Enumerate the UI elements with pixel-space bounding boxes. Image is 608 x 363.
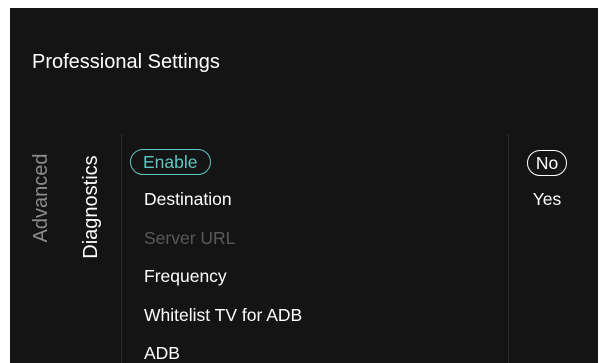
menu-item-frequency[interactable]: Frequency (130, 261, 241, 291)
option-yes[interactable]: Yes (515, 184, 579, 214)
menu-item-label: Whitelist TV for ADB (144, 305, 303, 325)
menu-item-label: Enable (130, 149, 211, 175)
menu-item-enable[interactable]: Enable (130, 147, 211, 177)
option-label: No (526, 150, 568, 176)
screen: Professional Settings Advanced Diagnosti… (0, 0, 608, 363)
menu-item-server-url: Server URL (130, 223, 249, 253)
option-no[interactable]: No (515, 147, 579, 177)
menu-item-label: ADB (144, 343, 180, 363)
menu-item-adb[interactable]: ADB (130, 338, 194, 363)
divider-left (121, 134, 122, 363)
tab-advanced[interactable]: Advanced (29, 148, 53, 248)
menu-item-destination[interactable]: Destination (130, 184, 246, 214)
menu-item-label: Destination (144, 189, 232, 209)
settings-panel: Professional Settings Advanced Diagnosti… (10, 8, 598, 363)
menu-item-label: Frequency (144, 266, 227, 286)
page-title: Professional Settings (32, 51, 220, 73)
option-label: Yes (532, 189, 562, 209)
menu-item-whitelist-tv-for-adb[interactable]: Whitelist TV for ADB (130, 300, 316, 330)
divider-right (508, 134, 509, 363)
menu-item-label: Server URL (144, 228, 236, 248)
tab-diagnostics[interactable]: Diagnostics (79, 147, 103, 267)
